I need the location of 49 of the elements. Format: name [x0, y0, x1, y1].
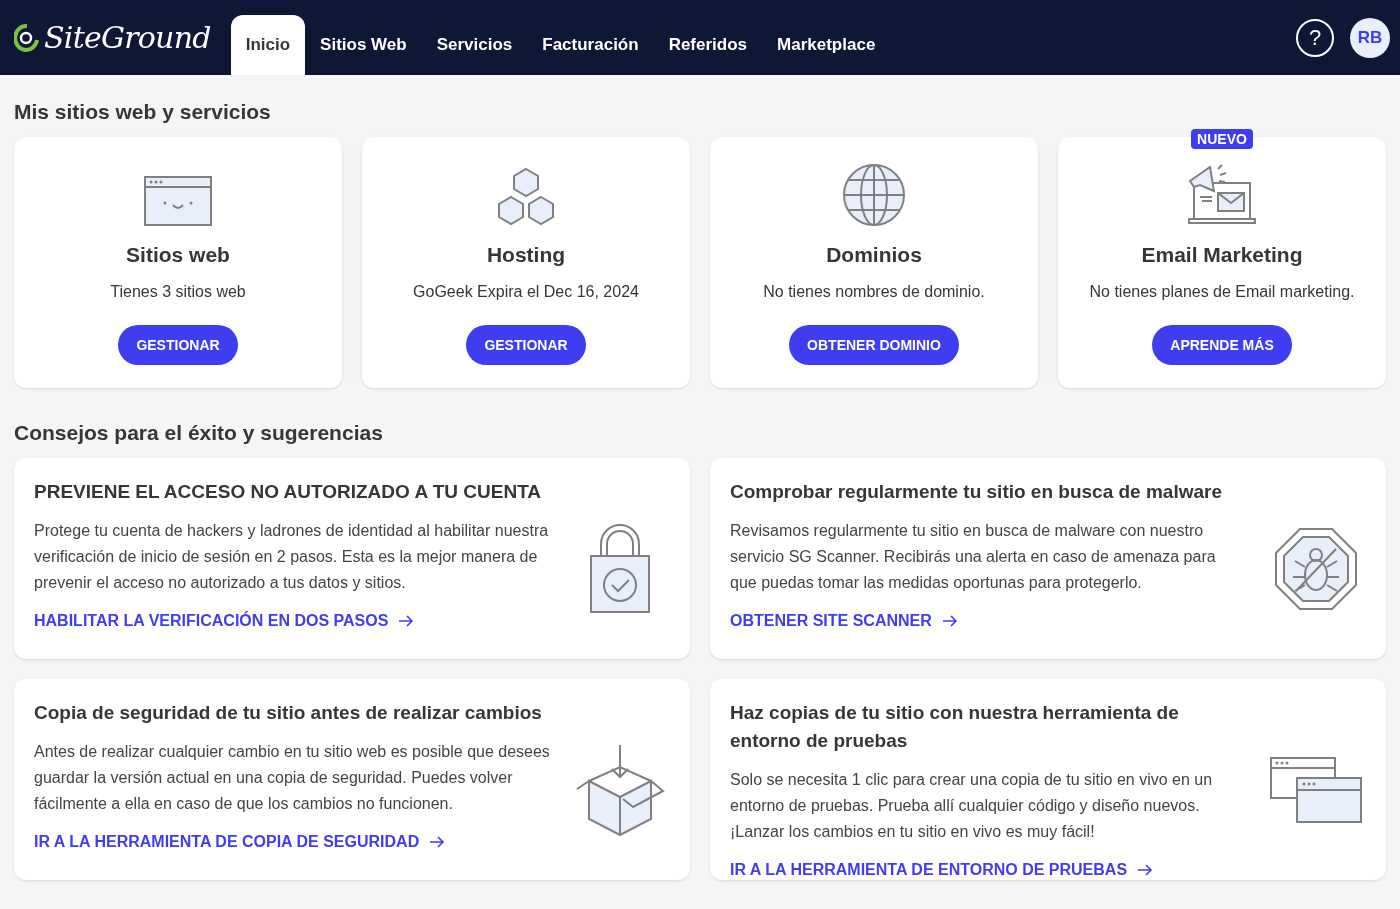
nav-tab[interactable]: Inicio [230, 15, 306, 75]
browser-window-icon [143, 175, 213, 227]
card-text: GoGeek Expira el Dec 16, 2024 [413, 282, 639, 302]
nav-tab[interactable]: Facturación [527, 15, 654, 75]
card-button[interactable]: GESTIONAR [466, 325, 586, 365]
tip-link[interactable]: HABILITAR LA VERIFICACIÓN EN DOS PASOS [34, 608, 550, 634]
globe-icon [842, 163, 906, 227]
browser-windows-icon [1269, 755, 1363, 824]
card-text: No tienes planes de Email marketing. [1089, 282, 1355, 302]
help-button[interactable]: ? [1296, 18, 1334, 57]
tip-text: Solo se necesita 1 clic para crear una copia de tu sitio en vivo en un entorno de pruebas. Prueba allí cualquier código y diseño nuevos. ¡Lanzar los cambios en tu sitio en vivo es muy fácil! [730, 770, 1214, 842]
tip-link[interactable]: IR A LA HERRAMIENTA DE ENTORNO DE PRUEBAS [730, 857, 1246, 883]
tip-text: Revisamos regularmente tu sitio en busca de malware con nuestro servicio SG Scanner. Recibirás una alerta en caso de amenaza para que puedas tomar las medidas oportunas para protegerlo. [730, 521, 1217, 593]
section-heading: Consejos para el éxito y sugerencias [14, 420, 384, 446]
logo-icon [14, 22, 40, 53]
tip-text: Protege tu cuenta de hackers y ladrones de identidad al habilitar nuestra verificación de inicio de sesión en 2 pasos. Esta es la mejor manera de prevenir el acceso no autorizado a tus datos y sitios. [34, 521, 550, 593]
tip-title: Comprobar regularmente tu sitio en busca de malware [730, 480, 1223, 504]
logo-text: SiteGround [44, 19, 211, 57]
arrow-right-icon [941, 615, 958, 627]
nav-tab[interactable]: Marketplace [762, 15, 891, 75]
box-arrow-icon [575, 742, 665, 837]
tip-title: Copia de seguridad de tu sitio antes de realizar cambios [34, 701, 543, 725]
tip-title: Haz copias de tu sitio con nuestra herramienta de entorno de pruebas [730, 701, 1180, 753]
card-button[interactable]: OBTENER DOMINIO [789, 325, 959, 365]
nav-tab[interactable]: Servicios [421, 15, 528, 75]
card-text: No tienes nombres de dominio. [763, 282, 985, 302]
padlock-check-icon [589, 523, 651, 614]
hexagons-icon [495, 167, 557, 227]
card-button[interactable]: GESTIONAR [118, 325, 238, 365]
arrow-right-icon [1137, 864, 1154, 876]
nav-tab[interactable]: Referidos [653, 15, 763, 75]
arrow-right-icon [398, 615, 415, 627]
tip-link[interactable]: IR A LA HERRAMIENTA DE COPIA DE SEGURIDAD [34, 829, 550, 855]
user-avatar[interactable]: RB [1350, 17, 1390, 58]
laptop-megaphone-icon [1188, 163, 1256, 227]
card-text: Tienes 3 sitios web [110, 282, 246, 302]
card-title: Email Marketing [1141, 242, 1303, 268]
card-title: Hosting [486, 242, 566, 268]
new-badge: NUEVO [1191, 129, 1253, 149]
card-button[interactable]: APRENDE MÁS [1152, 325, 1292, 365]
nav-tab[interactable]: Sitios Web [305, 15, 422, 75]
section-heading: Mis sitios web y servicios [14, 99, 272, 125]
card-title: Dominios [826, 242, 922, 268]
tip-title: PREVIENE EL ACCESO NO AUTORIZADO A TU CUENTA [34, 480, 543, 504]
no-bug-icon [1274, 526, 1358, 611]
tip-link[interactable]: OBTENER SITE SCANNER [730, 608, 1246, 634]
tip-text: Antes de realizar cualquier cambio en tu sitio web es posible que desees guardar la versión actual en una copia de seguridad. Puedes volver fácilmente a ella en caso de que los cambios no funcionen. [34, 742, 550, 814]
card-title: Sitios web [126, 242, 230, 268]
arrow-right-icon [429, 836, 446, 848]
